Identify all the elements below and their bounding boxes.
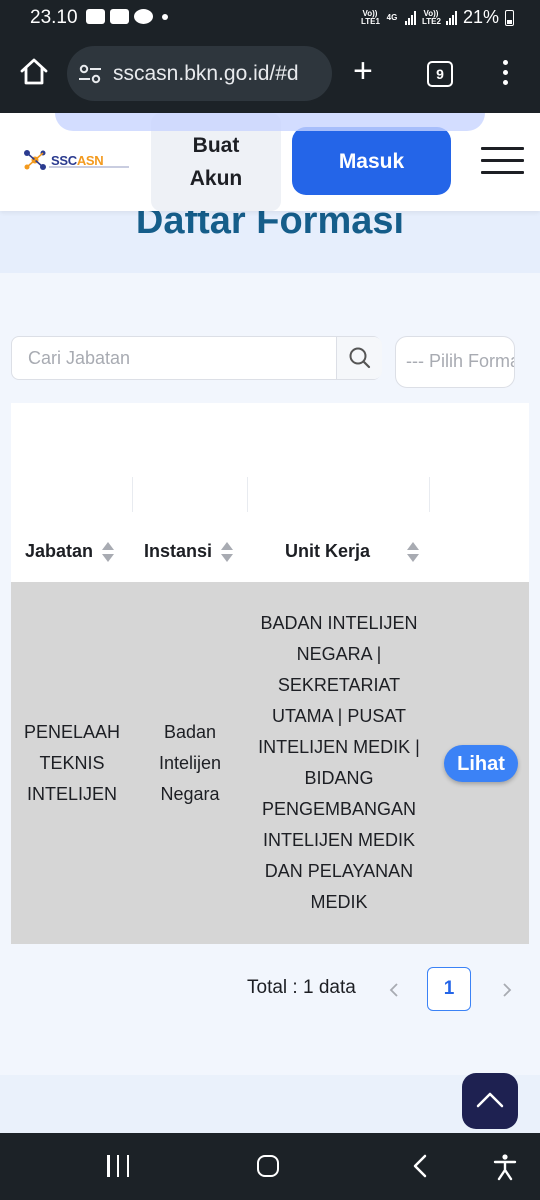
formasi-table: Jabatan Instansi Unit Kerja PENELAAH TEK… (11, 403, 529, 944)
search-icon (349, 347, 371, 369)
battery-percent: 21% (462, 7, 499, 27)
cell-jabatan: PENELAAH TEKNIS INTELIJEN (23, 721, 121, 804)
search-input[interactable] (12, 337, 334, 379)
cell-unit-kerja: BADAN INTELIJEN NEGARA | SEKRETARIAT UTA… (258, 613, 420, 912)
browser-toolbar: sscasn.bkn.go.id/#d + 9 (0, 36, 540, 113)
network-sim2-label: Vo)) LTE2 (421, 8, 441, 26)
column-header-label: Unit Kerja (285, 541, 371, 561)
create-account-label-1: Buat (192, 134, 240, 157)
header-divider (247, 477, 248, 512)
page-number-current[interactable]: 1 (427, 967, 471, 1011)
column-header-instansi[interactable]: Instansi (144, 541, 234, 562)
accessibility-icon[interactable] (493, 1153, 517, 1181)
header-decoration (55, 113, 485, 131)
youtube-icon (86, 9, 105, 24)
url-text: sscasn.bkn.go.id/#d (113, 62, 299, 85)
chevron-right-icon[interactable] (499, 980, 515, 1000)
status-right: Vo)) LTE1 4G Vo)) LTE2 21% (361, 7, 514, 28)
new-tab-button[interactable]: + (353, 54, 373, 88)
logo-mark-icon (24, 150, 46, 170)
chevron-left-icon[interactable] (386, 980, 402, 1000)
scroll-top-button[interactable] (462, 1073, 518, 1129)
message-icon (134, 9, 153, 24)
header-divider (132, 477, 133, 512)
formasi-select[interactable]: --- Pilih Formasi --- (395, 336, 515, 388)
login-button[interactable]: Masuk (292, 127, 451, 195)
create-account-label-2: Akun (189, 167, 243, 190)
chevron-up-icon (476, 1092, 504, 1108)
network-sim1-label: Vo)) LTE1 (360, 8, 380, 26)
tune-icon[interactable] (78, 63, 102, 85)
sort-icon[interactable] (221, 541, 234, 562)
formasi-select-placeholder: --- Pilih Formasi --- (406, 351, 514, 371)
home-icon[interactable] (18, 56, 50, 88)
logo-tagline (49, 166, 129, 168)
system-navigation-bar (0, 1133, 540, 1200)
total-count: Total : 1 data (247, 977, 356, 998)
column-header-label: Jabatan (25, 541, 94, 561)
column-header-label: Instansi (144, 541, 213, 561)
cell-instansi: Badan Intelijen Negara (158, 721, 222, 804)
sscasn-logo[interactable]: SSCASN (22, 148, 129, 172)
signal-icon (445, 10, 457, 25)
more-notifications-icon (162, 14, 168, 20)
hamburger-menu-icon[interactable] (481, 147, 524, 183)
home-nav-icon[interactable] (257, 1155, 279, 1177)
header-divider (429, 477, 430, 512)
tab-switcher-button[interactable]: 9 (427, 61, 453, 87)
sort-icon[interactable] (102, 541, 115, 562)
battery-icon (505, 9, 514, 26)
search-box (11, 336, 382, 380)
gallery-icon (110, 9, 129, 24)
more-menu-icon[interactable] (503, 60, 509, 90)
sort-icon[interactable] (407, 541, 420, 562)
view-button[interactable]: Lihat (444, 745, 518, 782)
recent-apps-icon[interactable] (107, 1155, 129, 1177)
back-icon[interactable] (410, 1153, 430, 1179)
column-header-jabatan[interactable]: Jabatan (25, 541, 115, 562)
network-type-label: 4G (386, 12, 398, 22)
table-row: PENELAAH TEKNIS INTELIJEN Badan Intelije… (11, 582, 529, 944)
column-header-unit-kerja[interactable]: Unit Kerja (285, 541, 420, 562)
search-button[interactable] (336, 337, 382, 379)
address-bar[interactable]: sscasn.bkn.go.id/#d (67, 46, 332, 101)
signal-icon (404, 10, 416, 25)
status-time: 23.10 (30, 7, 78, 28)
status-bar: 23.10 Vo)) LTE1 4G Vo)) LTE2 21% (0, 0, 540, 36)
notification-icons (86, 9, 168, 24)
